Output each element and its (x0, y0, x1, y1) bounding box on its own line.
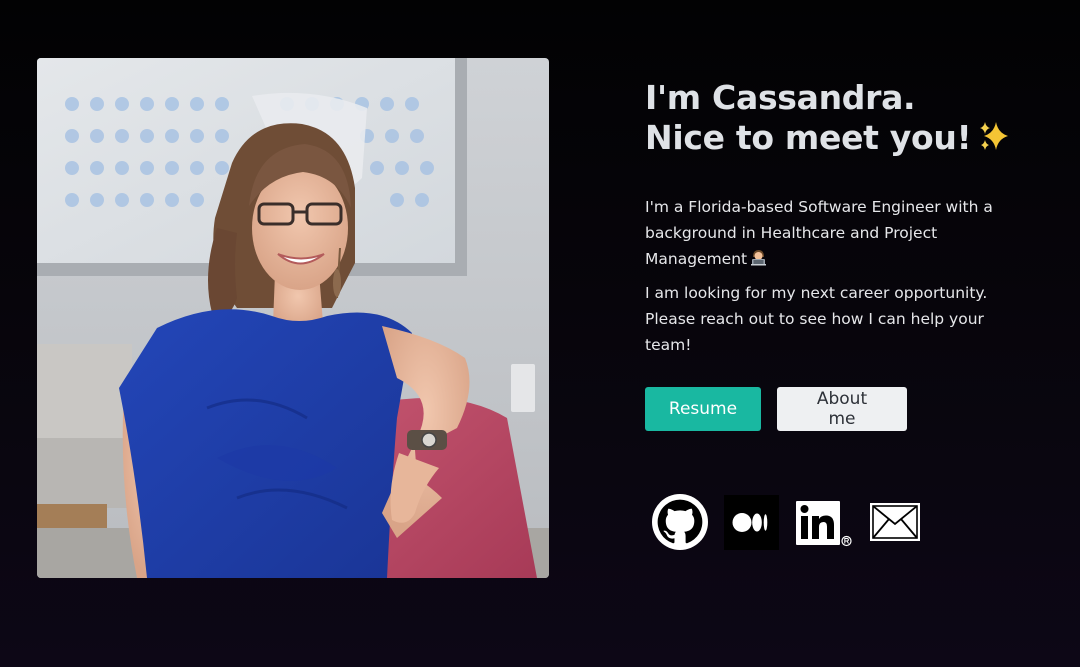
linkedin-link[interactable] (795, 496, 853, 548)
social-links (652, 494, 921, 550)
headline-line-2-text: Nice to meet you! (645, 118, 972, 157)
cta-buttons: Resume About me (645, 387, 907, 431)
resume-button[interactable]: Resume (645, 387, 761, 431)
email-link[interactable] (869, 502, 921, 542)
page-title: I'm Cassandra. Nice to meet you! (645, 78, 1025, 158)
medium-link[interactable] (724, 494, 779, 550)
headline-line-2: Nice to meet you! (645, 118, 1025, 158)
intro-section: I'm Cassandra. Nice to meet you! I'm a F… (645, 78, 1025, 358)
bio-paragraph-1-text: I'm a Florida-based Software Engineer wi… (645, 198, 993, 268)
mail-icon (870, 503, 920, 541)
medium-icon (724, 494, 779, 550)
headline-line-1: I'm Cassandra. (645, 78, 916, 117)
linkedin-icon (796, 501, 852, 547)
bio-paragraph-1: I'm a Florida-based Software Engineer wi… (645, 194, 1000, 272)
technologist-icon (751, 250, 767, 266)
github-link[interactable] (652, 494, 708, 550)
bio-paragraph-2: I am looking for my next career opportun… (645, 284, 988, 354)
profile-photo (37, 58, 549, 578)
github-icon (652, 494, 708, 550)
about-me-button[interactable]: About me (777, 387, 907, 431)
sparkles-icon (980, 122, 1009, 150)
